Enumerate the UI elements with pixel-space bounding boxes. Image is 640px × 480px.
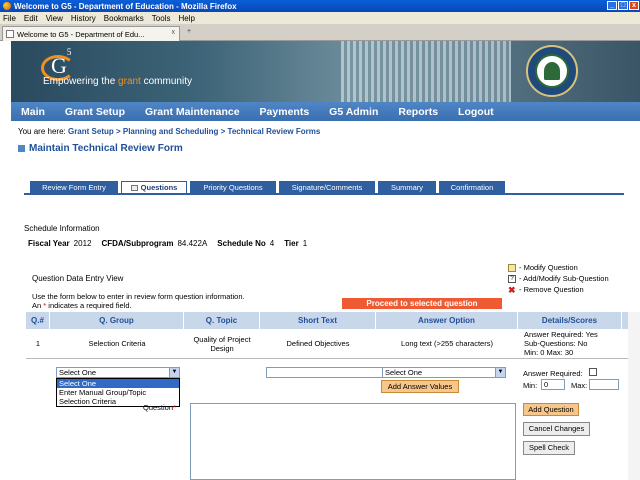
menu-tools[interactable]: Tools (152, 14, 171, 23)
proceed-button[interactable]: Proceed to selected question (342, 298, 502, 309)
browser-tab-label: Welcome to G5 - Department of Edu... (17, 29, 145, 39)
nav-reports[interactable]: Reports (388, 106, 448, 118)
schedule-heading: Schedule Information (24, 224, 100, 233)
col-qtopic: Q. Topic (184, 312, 260, 329)
answer-option-select[interactable]: Select One ▼ (382, 367, 506, 378)
menu-help[interactable]: Help (178, 14, 194, 23)
close-button[interactable]: x (629, 1, 639, 10)
window-title: Welcome to G5 - Department of Education … (14, 1, 237, 11)
add-question-button[interactable]: Add Question (523, 403, 579, 416)
cancel-changes-button[interactable]: Cancel Changes (523, 422, 590, 436)
table-row[interactable]: 1 Selection Criteria Quality of Project … (26, 329, 640, 359)
group-select[interactable]: Select One ▼ (56, 367, 180, 378)
site-banner: G5 Empowering the grant community (11, 41, 640, 102)
close-tab-icon[interactable]: x (172, 29, 176, 36)
remove-question-icon: ✖ (508, 284, 516, 295)
window-controls: _ □ x (607, 1, 639, 10)
questions-table-header: Q.# Q. Group Q. Topic Short Text Answer … (26, 312, 640, 329)
window-titlebar: Welcome to G5 - Department of Education … (0, 0, 640, 12)
instructions: Use the form below to enter in review fo… (32, 292, 245, 310)
maximize-button[interactable]: □ (618, 1, 628, 10)
action-legend: - Modify Question ? - Add/Modify Sub-Ques… (508, 263, 609, 295)
question-label: Question* (143, 403, 176, 412)
min-label: Min: (523, 381, 538, 390)
table-overflow-region (628, 312, 640, 480)
banner-library-image (341, 41, 511, 102)
nav-g5-admin[interactable]: G5 Admin (319, 106, 388, 118)
page-favicon-icon (6, 30, 14, 38)
minimize-button[interactable]: _ (607, 1, 617, 10)
browser-tabbar: Welcome to G5 - Department of Edu... x + (0, 24, 640, 41)
title-bullet-icon (18, 145, 25, 152)
add-subquestion-icon: ? (508, 274, 516, 283)
menu-file[interactable]: File (3, 14, 16, 23)
menu-history[interactable]: History (71, 14, 96, 23)
add-answer-values-button[interactable]: Add Answer Values (381, 380, 459, 393)
question-entry-title: Question Data Entry View (32, 274, 124, 283)
main-navigation: Main Grant Setup Grant Maintenance Payme… (11, 102, 640, 121)
col-qgroup: Q. Group (50, 312, 184, 329)
breadcrumb: You are here: Grant Setup > Planning and… (18, 127, 321, 136)
tab-priority-questions[interactable]: Priority Questions (190, 181, 276, 193)
col-answer-option: Answer Option (376, 312, 518, 329)
answer-required-label: Answer Required: (523, 369, 583, 378)
firefox-icon (3, 2, 11, 10)
page-title: Maintain Technical Review Form (18, 143, 183, 154)
tab-underline (24, 193, 624, 195)
chevron-down-icon: ▼ (495, 368, 505, 377)
short-text-input[interactable] (266, 367, 390, 378)
tab-confirmation[interactable]: Confirmation (439, 181, 505, 193)
max-input[interactable] (589, 379, 619, 390)
nav-grant-setup[interactable]: Grant Setup (55, 106, 135, 118)
tab-page-icon (130, 184, 138, 191)
col-short-text: Short Text (260, 312, 376, 329)
max-label: Max: (571, 381, 588, 390)
nav-main[interactable]: Main (11, 106, 55, 118)
chevron-down-icon: ▼ (169, 368, 179, 377)
breadcrumb-trail[interactable]: Grant Setup > Planning and Scheduling > … (68, 127, 320, 136)
form-tabs: Review Form Entry Questions Priority Que… (30, 181, 505, 193)
spell-check-button[interactable]: Spell Check (523, 441, 575, 455)
tab-questions[interactable]: Questions (121, 181, 187, 193)
col-details: Details/Scores (518, 312, 622, 329)
tab-summary[interactable]: Summary (378, 181, 436, 193)
browser-tab[interactable]: Welcome to G5 - Department of Edu... x (2, 26, 180, 41)
menu-view[interactable]: View (46, 14, 63, 23)
menu-bookmarks[interactable]: Bookmarks (104, 14, 144, 23)
menubar: File Edit View History Bookmarks Tools H… (0, 12, 640, 24)
tab-signature-comments[interactable]: Signature/Comments (279, 181, 375, 193)
question-textarea[interactable] (190, 403, 516, 480)
banner-slogan: Empowering the grant community (43, 76, 192, 87)
col-qnum: Q.# (26, 312, 50, 329)
schedule-info: Fiscal Year 2012 CFDA/Subprogram 84.422A S… (28, 239, 308, 248)
modify-question-icon (508, 263, 516, 272)
group-option-manual[interactable]: Enter Manual Group/Topic (57, 388, 179, 397)
group-option-select-one[interactable]: Select One (57, 379, 179, 388)
answer-required-checkbox[interactable] (589, 368, 597, 376)
nav-grant-maintenance[interactable]: Grant Maintenance (135, 106, 250, 118)
nav-payments[interactable]: Payments (250, 106, 320, 118)
new-tab-button[interactable]: + (182, 28, 196, 39)
nav-logout[interactable]: Logout (448, 106, 504, 118)
min-input[interactable]: 0 (541, 379, 565, 390)
tab-review-form-entry[interactable]: Review Form Entry (30, 181, 118, 193)
menu-edit[interactable]: Edit (24, 14, 38, 23)
department-seal-icon (526, 45, 578, 97)
